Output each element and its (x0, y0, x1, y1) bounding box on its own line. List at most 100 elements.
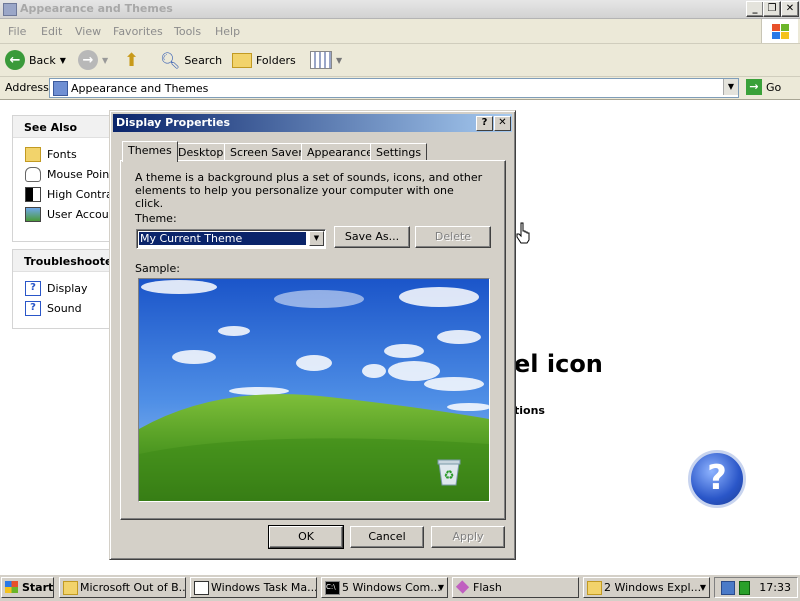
folder-icon (3, 3, 17, 16)
standard-toolbar: ← Back ▼ → ▼ ⬆ 🔍︎ Search Folders ▼ (0, 44, 800, 77)
address-dropdown-button[interactable]: ▼ (723, 79, 738, 95)
cancel-button[interactable]: Cancel (350, 526, 424, 548)
help-and-support-icon[interactable]: ? (688, 450, 746, 508)
menu-edit[interactable]: Edit (41, 25, 62, 38)
chevron-down-icon: ▼ (437, 583, 444, 592)
app-window-icon (63, 581, 78, 595)
go-label: Go (766, 80, 782, 94)
window-titlebar: Appearance and Themes _ ❐ ✕ (0, 0, 800, 19)
forward-button[interactable]: → ▼ (78, 48, 108, 72)
go-button[interactable]: → Go (746, 79, 781, 95)
chevron-down-icon: ▼ (699, 583, 706, 592)
taskbar-group-command-prompt[interactable]: C:\ 5 Windows Com... ▼ (321, 577, 448, 598)
recycle-bin-icon: ♻ (437, 459, 461, 486)
tab-screen-saver[interactable]: Screen Saver (224, 143, 309, 161)
troubleshooter-item-label: Display (47, 282, 88, 295)
address-input[interactable]: Appearance and Themes ▼ (49, 78, 739, 98)
minimize-button[interactable]: _ (746, 1, 764, 17)
forward-arrow-icon: → (78, 50, 98, 70)
go-arrow-icon: → (746, 79, 762, 95)
start-button[interactable]: Start (1, 577, 54, 598)
back-arrow-icon: ← (5, 50, 25, 70)
see-also-item-label: Fonts (47, 148, 77, 161)
folders-icon (232, 52, 252, 68)
ok-button[interactable]: OK (268, 525, 344, 549)
chevron-down-icon: ▼ (59, 55, 66, 65)
theme-sample-preview: ♻ (138, 278, 490, 502)
window-title: Appearance and Themes (20, 2, 173, 15)
start-label: Start (22, 581, 54, 594)
search-icon: 🔍︎ (160, 50, 181, 70)
display-properties-dialog: Display Properties ? ✕ Themes Desktop Sc… (109, 110, 516, 560)
taskbar-item-label: Windows Task Ma... (211, 581, 317, 594)
views-button[interactable]: ▼ (310, 48, 342, 72)
taskbar: Start Microsoft Out of B... Windows Task… (0, 574, 800, 601)
taskbar-item-microsoft-out-of-box[interactable]: Microsoft Out of B... (59, 577, 186, 598)
taskbar-item-label: Microsoft Out of B... (80, 581, 186, 594)
troubleshooter-item-label: Sound (47, 302, 82, 315)
up-folder-button[interactable]: ⬆ (124, 48, 139, 72)
taskbar-item-label: Flash (473, 581, 502, 594)
taskbar-item-flash[interactable]: Flash (452, 577, 579, 598)
folders-button[interactable]: Folders (232, 48, 296, 72)
sample-label: Sample: (135, 262, 180, 275)
address-bar: Address Appearance and Themes ▼ → Go (0, 77, 800, 100)
taskbar-item-task-manager[interactable]: Windows Task Ma... (190, 577, 317, 598)
clock[interactable]: 17:33 (759, 581, 791, 594)
restore-button[interactable]: ❐ (763, 1, 781, 17)
search-label: Search (184, 53, 223, 67)
theme-label: Theme: (135, 212, 177, 225)
theme-select[interactable]: My Current Theme ▼ (136, 229, 326, 249)
windows-logo-icon (761, 19, 798, 43)
delete-button[interactable]: Delete (415, 226, 491, 248)
search-button[interactable]: 🔍︎ Search (160, 48, 222, 72)
chevron-down-icon: ▼ (102, 55, 109, 65)
dialog-titlebar: Display Properties ? ✕ (113, 114, 512, 132)
apply-button[interactable]: Apply (431, 526, 505, 548)
chevron-down-icon[interactable]: ▼ (309, 231, 324, 246)
themes-description: A theme is a background plus a set of so… (135, 171, 483, 210)
task-manager-icon (194, 581, 209, 595)
taskbar-item-label: 2 Windows Expl... (604, 581, 702, 594)
help-icon: ? (25, 301, 41, 316)
performance-meter-icon[interactable] (739, 581, 750, 595)
fonts-folder-icon (25, 147, 41, 162)
menu-help[interactable]: Help (215, 25, 240, 38)
back-button[interactable]: ← Back ▼ (5, 48, 66, 72)
network-icon[interactable] (721, 581, 735, 595)
taskbar-item-label: 5 Windows Com... (342, 581, 441, 594)
page-subheading-fragment: tions (514, 404, 545, 417)
theme-select-value: My Current Theme (139, 232, 306, 245)
menu-view[interactable]: View (75, 25, 101, 38)
views-icon (310, 51, 332, 69)
themes-tab-panel: A theme is a background plus a set of so… (120, 160, 506, 520)
tab-appearance[interactable]: Appearance (301, 143, 380, 161)
folder-icon (587, 581, 602, 595)
high-contrast-icon (25, 187, 41, 202)
tab-desktop[interactable]: Desktop (172, 143, 230, 161)
taskbar-group-windows-explorer[interactable]: 2 Windows Expl... ▼ (583, 577, 710, 598)
dialog-close-button[interactable]: ✕ (494, 116, 511, 131)
up-folder-icon: ⬆ (124, 49, 140, 71)
windows-flag-icon (5, 581, 18, 593)
user-picture-icon (25, 207, 41, 222)
mouse-icon (25, 167, 41, 182)
system-tray: 17:33 (714, 577, 798, 598)
chevron-down-icon: ▼ (336, 55, 343, 65)
menu-file[interactable]: File (8, 25, 26, 38)
menu-favorites[interactable]: Favorites (113, 25, 163, 38)
page-heading-fragment: el icon (514, 350, 603, 378)
dialog-help-button[interactable]: ? (476, 116, 493, 131)
folders-label: Folders (256, 53, 296, 67)
control-panel-icon (53, 81, 68, 96)
save-as-button[interactable]: Save As... (334, 226, 410, 248)
dialog-title: Display Properties (116, 116, 231, 129)
tab-settings[interactable]: Settings (370, 143, 428, 161)
menu-tools[interactable]: Tools (174, 25, 201, 38)
address-label: Address (5, 81, 49, 94)
back-label: Back (29, 53, 56, 67)
tab-themes[interactable]: Themes (122, 141, 178, 162)
close-window-button[interactable]: ✕ (781, 1, 799, 17)
menu-bar: File Edit View Favorites Tools Help (0, 19, 800, 44)
flash-icon (455, 580, 470, 594)
